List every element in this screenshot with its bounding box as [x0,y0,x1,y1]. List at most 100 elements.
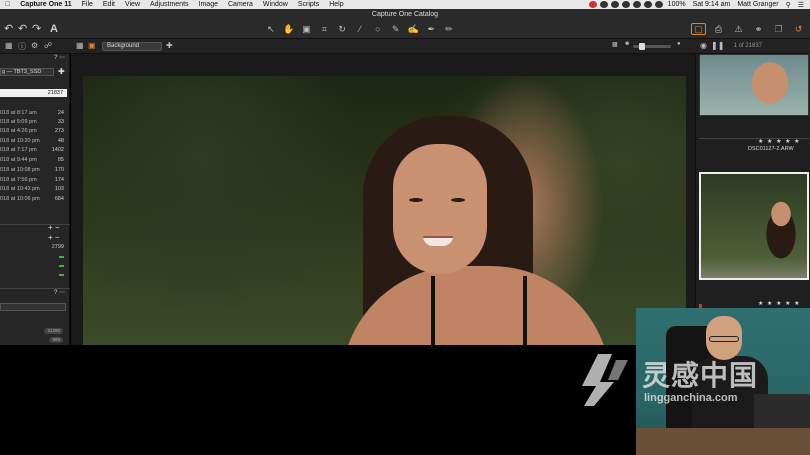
menu-edit[interactable]: Edit [98,0,120,9]
watermark-brand: 灵感中国 [642,359,759,392]
text-tool-icon[interactable]: A [50,23,58,35]
cloud-icon[interactable] [599,1,608,8]
fit-icon[interactable]: ▩ [612,41,618,48]
menu-help[interactable]: Help [324,0,348,9]
compare-icon[interactable]: ❐ [771,23,786,35]
brush-icon[interactable]: ✎ [387,23,405,35]
import-row[interactable]: 018 at 10:20 pm 48 [0,137,68,145]
import-row[interactable]: 018 at 5:09 pm 33 [0,118,68,126]
styles-tab-icon[interactable]: ☍ [44,41,52,50]
sync-icon[interactable] [610,1,619,8]
menubar-user[interactable]: Matt Granger [735,1,780,8]
import-row[interactable]: 018 at 10:43 pm 103 [0,185,68,193]
help-icon[interactable]: ? ⋯ [54,289,65,296]
zoom-slider-knob[interactable] [639,43,645,50]
menu-view[interactable]: View [120,0,145,9]
undo-icon[interactable]: ↶ [18,23,27,35]
image-viewer[interactable] [71,54,695,345]
dropbox-icon[interactable] [621,1,630,8]
erase-icon[interactable]: ✍ [405,23,423,35]
album-row[interactable] [0,262,68,270]
keystone-icon[interactable]: ⁄ [351,23,369,35]
album-row[interactable] [0,253,68,261]
import-count: 48 [57,138,64,144]
add-layer-icon[interactable]: ✚ [166,41,173,50]
library-panel: ? ⋯ g — TBT3_SSD ✚ 21837 018 at 8:17 am 2… [0,54,70,345]
print-icon[interactable]: ⎙ [711,23,726,35]
photo-eye [451,198,465,202]
grid-view-icon[interactable]: ▦ [76,41,84,50]
crop-icon[interactable]: ⌗ [315,23,333,35]
filter-count-pill[interactable]: 21290 [44,328,63,334]
import-row[interactable]: 018 at 10:06 pm 684 [0,195,68,203]
add-album-icon[interactable]: + − [48,223,60,232]
app-menu[interactable]: Capture One 11 [15,0,76,9]
import-row[interactable]: 018 at 10:08 pm 170 [0,166,68,174]
rotate-icon[interactable]: ↻ [333,23,351,35]
bluetooth-icon[interactable] [632,1,641,8]
catalog-select[interactable]: g — TBT3_SSD [0,68,54,76]
reset-icon[interactable]: ↺ [791,23,806,35]
filter-count-pill[interactable]: 568 [49,337,63,343]
info-tab-icon[interactable]: ⓘ [18,41,26,52]
filter-select[interactable] [0,303,66,311]
viewer-icon[interactable]: ▢ [691,23,706,35]
redo-icon[interactable]: ↷ [32,23,41,35]
zoom-slider[interactable] [633,43,671,50]
import-row[interactable]: 018 at 8:17 am 24 [0,109,68,117]
import-count: 103 [54,186,64,192]
all-images-row[interactable]: 21837 [0,89,67,97]
import-label: 018 at 10:08 pm [0,167,40,173]
photo-strap [431,276,435,345]
menu-image[interactable]: Image [194,0,223,9]
album-row[interactable]: 2799 [0,243,68,251]
single-view-icon[interactable]: ▣ [88,41,96,50]
import-row[interactable]: 018 at 9:44 pm 85 [0,156,68,164]
webcam-presenter-glasses [709,336,739,342]
loupe-icon[interactable]: ▣ [298,23,316,35]
main-photo[interactable] [83,76,686,345]
menu-camera[interactable]: Camera [223,0,258,9]
annotate-icon[interactable]: ✏ [440,23,458,35]
proof-glasses-icon[interactable]: ⚭ [751,23,766,35]
layer-select[interactable]: Background [102,42,162,51]
browser-thumbnail-selected[interactable] [699,172,809,280]
person-icon[interactable]: ☻ [624,41,630,47]
import-row[interactable]: 018 at 4:26 pm 273 [0,127,68,135]
pointer-icon[interactable]: ↖ [262,23,280,35]
import-icon[interactable]: ↶ [4,23,13,35]
watermark-url: lingganchina.com [644,392,738,404]
browser-thumbnail[interactable] [699,54,809,116]
spotlight-icon[interactable]: ⚲ [784,1,793,9]
menu-file[interactable]: File [77,0,98,9]
add-smart-album-icon[interactable]: + − [48,233,60,242]
battery-percent[interactable]: 100% [666,1,688,8]
wifi-icon[interactable] [643,1,652,8]
warning-icon[interactable]: ⚠ [731,23,746,35]
help-icon[interactable]: ? ⋯ [54,54,65,61]
notification-center-icon[interactable]: ☰ [796,1,806,9]
volume-icon[interactable] [654,1,663,8]
menu-adjustments[interactable]: Adjustments [145,0,194,9]
picker-icon[interactable]: ✒ [422,23,440,35]
star-rating[interactable]: ★ ★ ★ ★ ★ [758,300,801,307]
menubar-clock[interactable]: Sat 9:14 am [691,1,733,8]
star-rating[interactable]: ★ ★ ★ ★ ★ [758,138,801,145]
library-tab-icon[interactable]: ▦ [5,41,13,50]
menu-window[interactable]: Window [258,0,293,9]
settings-tab-icon[interactable]: ⚙ [31,41,38,50]
apple-menu-icon[interactable]:  [0,0,15,9]
viewer-subbar: ▦ ⓘ ⚙ ☍ ▦ ▣ Background ✚ ▩ ☻ ● ◉ ❚❚ 1 of… [0,39,810,54]
spot-icon[interactable]: ○ [369,23,387,35]
zoom-in-icon[interactable]: ● [677,41,681,47]
album-row[interactable] [0,271,68,279]
menu-scripts[interactable]: Scripts [293,0,324,9]
pause-icon[interactable]: ❚❚ [711,41,724,50]
add-collection-icon[interactable]: ✚ [58,67,65,76]
record-icon[interactable] [588,1,597,8]
import-label: 018 at 5:09 pm [0,119,37,125]
pan-icon[interactable]: ✋ [280,23,298,35]
import-row[interactable]: 018 at 7:56 pm 174 [0,176,68,184]
import-row[interactable]: 018 at 7:17 pm 1402 [0,146,68,154]
eye-icon[interactable]: ◉ [700,41,707,50]
